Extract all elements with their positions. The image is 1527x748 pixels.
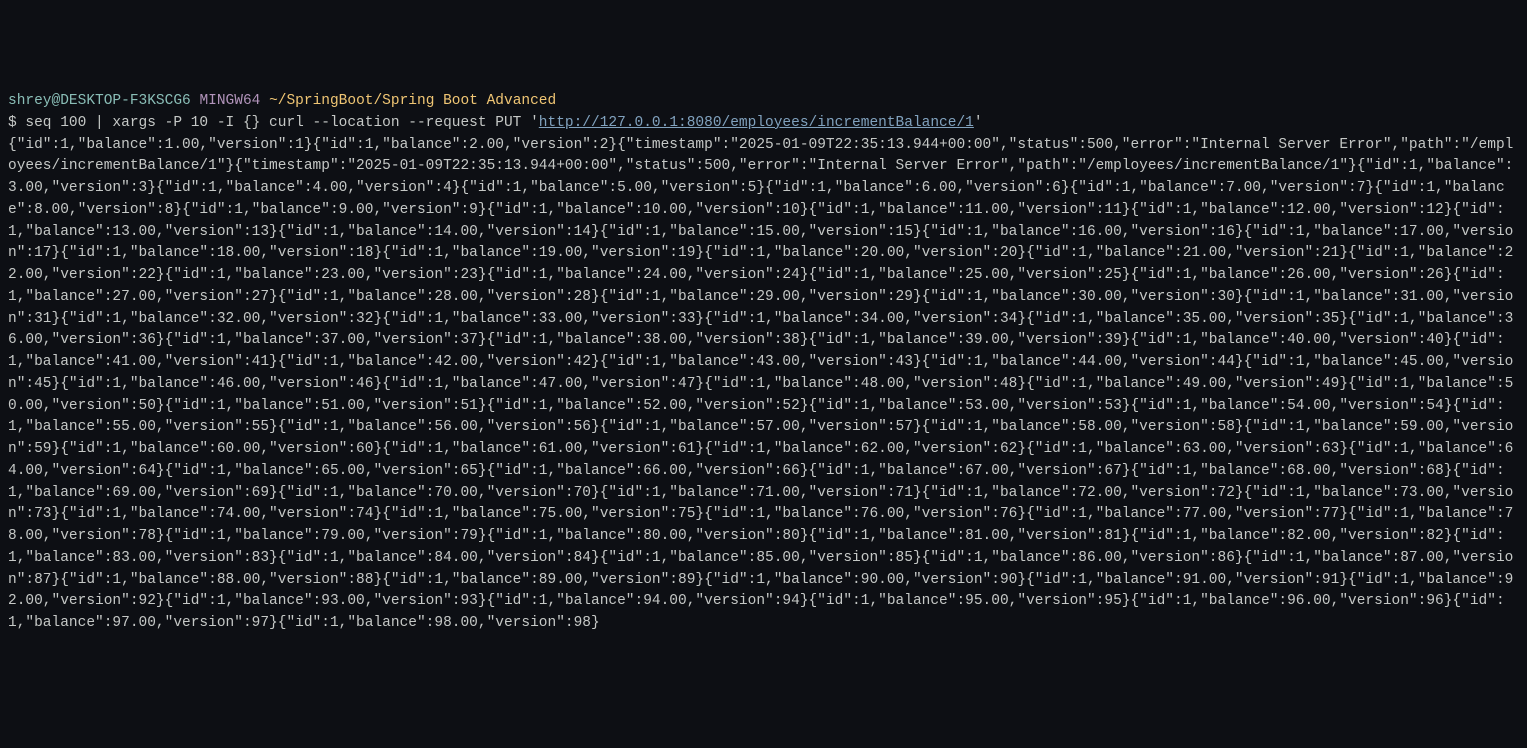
mingw-label: MINGW64 xyxy=(199,93,260,109)
command-text-pre: seq 100 | xargs -P 10 -I {} curl --locat… xyxy=(25,115,538,131)
terminal-prompt-line-1: shrey@DESKTOP-F3KSCG6 MINGW64 ~/SpringBo… xyxy=(8,91,1519,113)
user-host-label: shrey@DESKTOP-F3KSCG6 xyxy=(8,93,191,109)
command-text-post: ' xyxy=(974,115,983,131)
terminal-command-line[interactable]: $ seq 100 | xargs -P 10 -I {} curl --loc… xyxy=(8,113,1519,135)
prompt-dollar: $ xyxy=(8,115,17,131)
terminal-output: {"id":1,"balance":1.00,"version":1}{"id"… xyxy=(8,135,1519,635)
cwd-path: ~/SpringBoot/Spring Boot Advanced xyxy=(269,93,556,109)
command-url[interactable]: http://127.0.0.1:8080/employees/incremen… xyxy=(539,115,974,131)
